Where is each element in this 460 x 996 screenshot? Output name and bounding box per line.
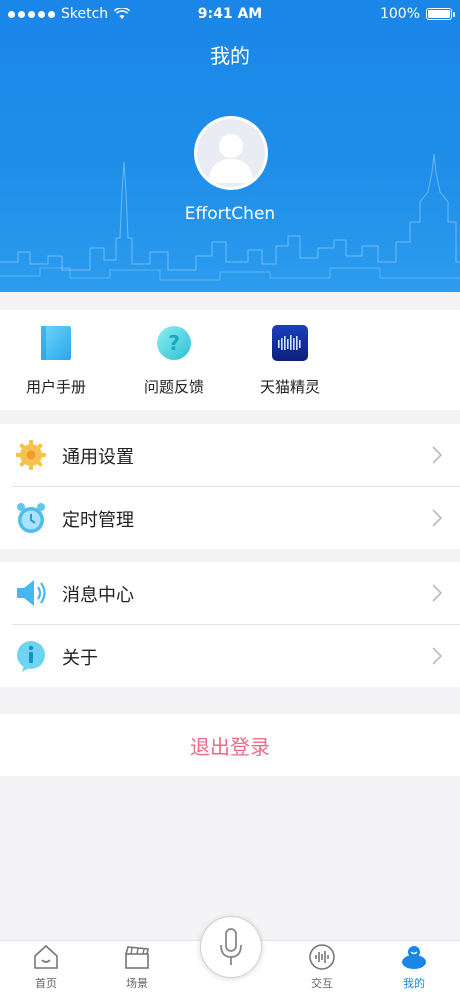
tab-label: 我的 [403,977,425,990]
avatar[interactable] [194,116,268,190]
alarm-clock-icon [17,503,45,533]
menu-item-message-center[interactable]: 消息中心 [0,562,460,624]
chevron-right-icon [432,584,442,602]
tab-label: 首页 [35,977,57,990]
menu-label: 通用设置 [62,447,134,468]
voice-input-button[interactable] [200,916,262,978]
shortcut-panel: 用户手册 ? 问题反馈 天猫精灵 [0,310,460,410]
shortcut-feedback[interactable]: ? 问题反馈 [124,324,224,397]
svg-text:?: ? [168,331,180,355]
info-icon [17,641,45,672]
chevron-right-icon [432,647,442,665]
manual-book-icon [41,326,71,360]
battery-percent: 100% [379,6,420,22]
chevron-right-icon [432,446,442,464]
tmall-genie-icon [272,325,308,361]
menu-item-general-settings[interactable]: 通用设置 [0,424,460,486]
microphone-icon [220,928,242,965]
chevron-right-icon [432,509,442,527]
logout-label: 退出登录 [190,735,270,759]
settings-group: 通用设置 定时管理 [0,424,460,549]
battery-status: 100% [379,6,455,22]
speaker-icon [17,580,46,606]
home-icon [34,944,58,969]
tab-label: 场景 [126,977,148,990]
battery-icon [426,8,455,20]
logout-button[interactable]: 退出登录 [0,714,460,776]
tab-home[interactable]: 首页 [6,943,86,991]
menu-item-timer-management[interactable]: 定时管理 [0,487,460,549]
tab-label: 交互 [311,977,333,990]
voice-wave-icon [309,944,335,970]
menu-label: 定时管理 [62,510,134,531]
page-title: 我的 [210,44,250,68]
username: EffortChen [184,204,276,224]
profile-icon [402,946,426,969]
shortcut-user-manual[interactable]: 用户手册 [6,324,106,397]
question-feedback-icon: ? [157,326,191,360]
menu-item-about[interactable]: 关于 [0,625,460,687]
menu-label: 关于 [62,648,98,669]
status-bar: Sketch 9:41 AM 100% [0,0,460,28]
default-user-icon [209,134,253,183]
shortcut-label: 问题反馈 [143,378,204,396]
tab-mine[interactable]: 我的 [374,943,454,991]
tab-interaction[interactable]: 交互 [282,943,362,991]
tab-scenes[interactable]: 场景 [97,943,177,991]
shortcut-tmall-genie[interactable]: 天猫精灵 [240,324,340,397]
gear-icon [16,440,46,470]
menu-label: 消息中心 [62,585,134,606]
shortcut-label: 用户手册 [25,378,86,396]
profile-header: Sketch 9:41 AM 100% 我的 EffortChen [0,0,460,292]
clapperboard-icon [125,946,149,969]
shortcut-label: 天猫精灵 [259,378,320,396]
info-group: 消息中心 关于 [0,562,460,687]
